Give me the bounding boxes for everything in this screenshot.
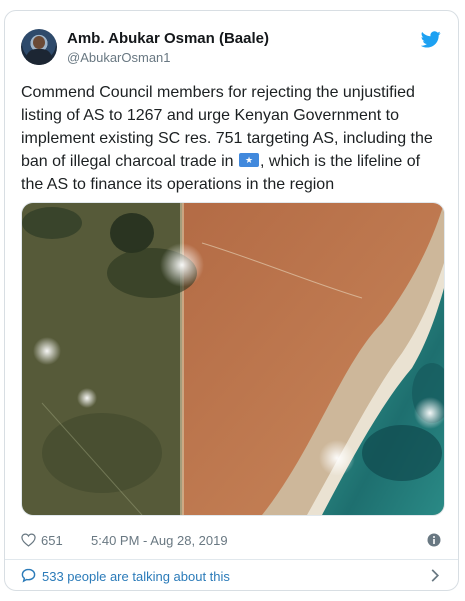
author-handle[interactable]: @AbukarOsman1 [67,50,171,65]
tweet-header: Amb. Abukar Osman (Baale) @AbukarOsman1 [21,29,441,69]
like-count[interactable]: 651 [41,533,63,548]
author-name[interactable]: Amb. Abukar Osman (Baale) [67,30,269,47]
divider [5,559,458,560]
tweet-card[interactable]: Amb. Abukar Osman (Baale) @AbukarOsman1 … [4,10,459,591]
speech-bubble-icon [21,568,36,583]
satellite-image [22,203,444,515]
conversation-link[interactable]: 533 people are talking about this [21,565,441,587]
tweet-timestamp[interactable]: 5:40 PM - Aug 28, 2019 [91,533,228,548]
talking-label[interactable]: 533 people are talking about this [42,569,230,584]
somalia-flag-icon [239,153,260,167]
author-avatar[interactable] [21,29,57,65]
tweet-text: Commend Council members for rejecting th… [21,81,441,196]
heart-icon[interactable] [21,533,36,547]
tweet-image-satellite[interactable] [21,202,445,516]
info-icon[interactable] [427,533,441,547]
twitter-bird-icon[interactable] [421,31,441,48]
chevron-right-icon[interactable] [429,568,441,583]
tweet-meta: 651 5:40 PM - Aug 28, 2019 [21,531,441,551]
